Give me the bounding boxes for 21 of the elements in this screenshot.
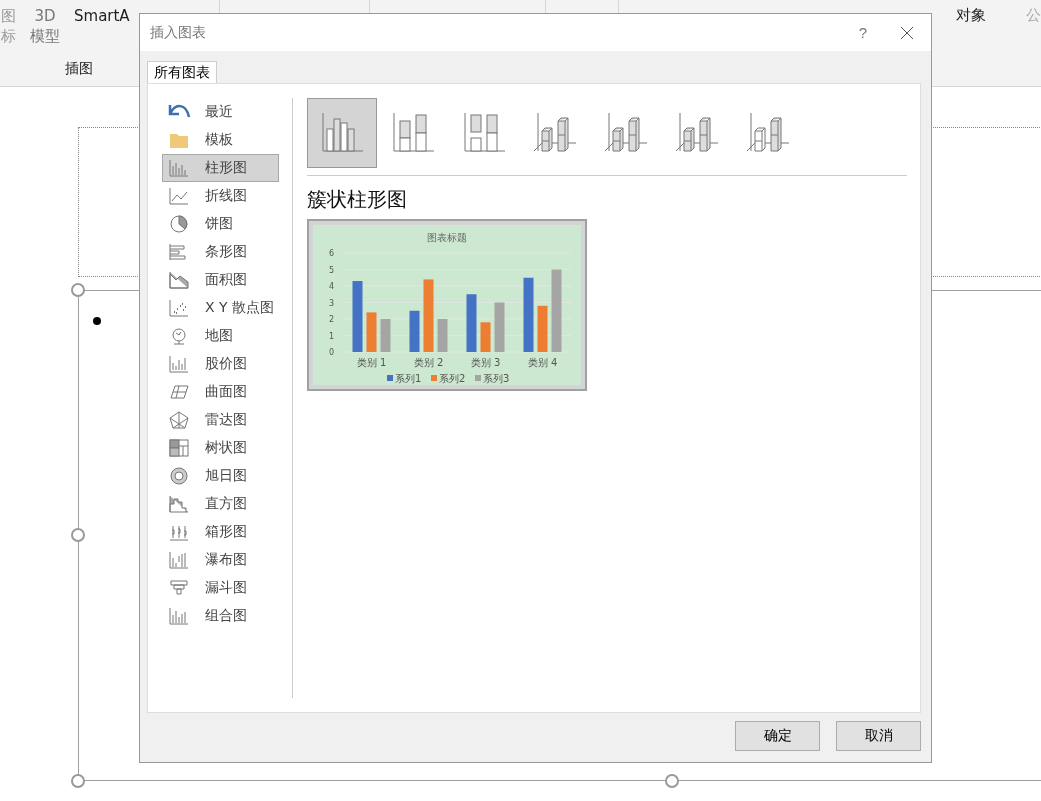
axis-tick-label: 6 xyxy=(329,249,335,258)
axis-tick-label: 2 xyxy=(329,315,335,324)
legend-label: 系列2 xyxy=(439,373,466,384)
axis-tick-label: 3 xyxy=(329,298,335,308)
subtype-title: 簇状柱形图 xyxy=(307,186,408,213)
category-label: 类别 1 xyxy=(356,357,387,368)
legend-item: 系列2 xyxy=(431,373,466,384)
group-label: 插图 xyxy=(65,60,94,78)
category-label: 类别 3 xyxy=(470,357,501,368)
chart-title: 图表标题 xyxy=(427,232,467,243)
legend-label: 系列1 xyxy=(395,373,422,384)
legend-item: 系列3 xyxy=(475,373,510,384)
axis-tick-label: 1 xyxy=(329,331,335,341)
legend-label: 系列3 xyxy=(483,373,510,384)
dialog-title: 插入图表 xyxy=(150,23,207,42)
category-label: 类别 2 xyxy=(413,357,444,368)
axis-tick-label: 4 xyxy=(329,282,335,291)
axis-tick-label: 0 xyxy=(329,348,335,357)
axis-tick-label: 5 xyxy=(329,265,335,275)
category-label: 类别 4 xyxy=(527,357,558,368)
legend-item: 系列1 xyxy=(387,373,422,384)
